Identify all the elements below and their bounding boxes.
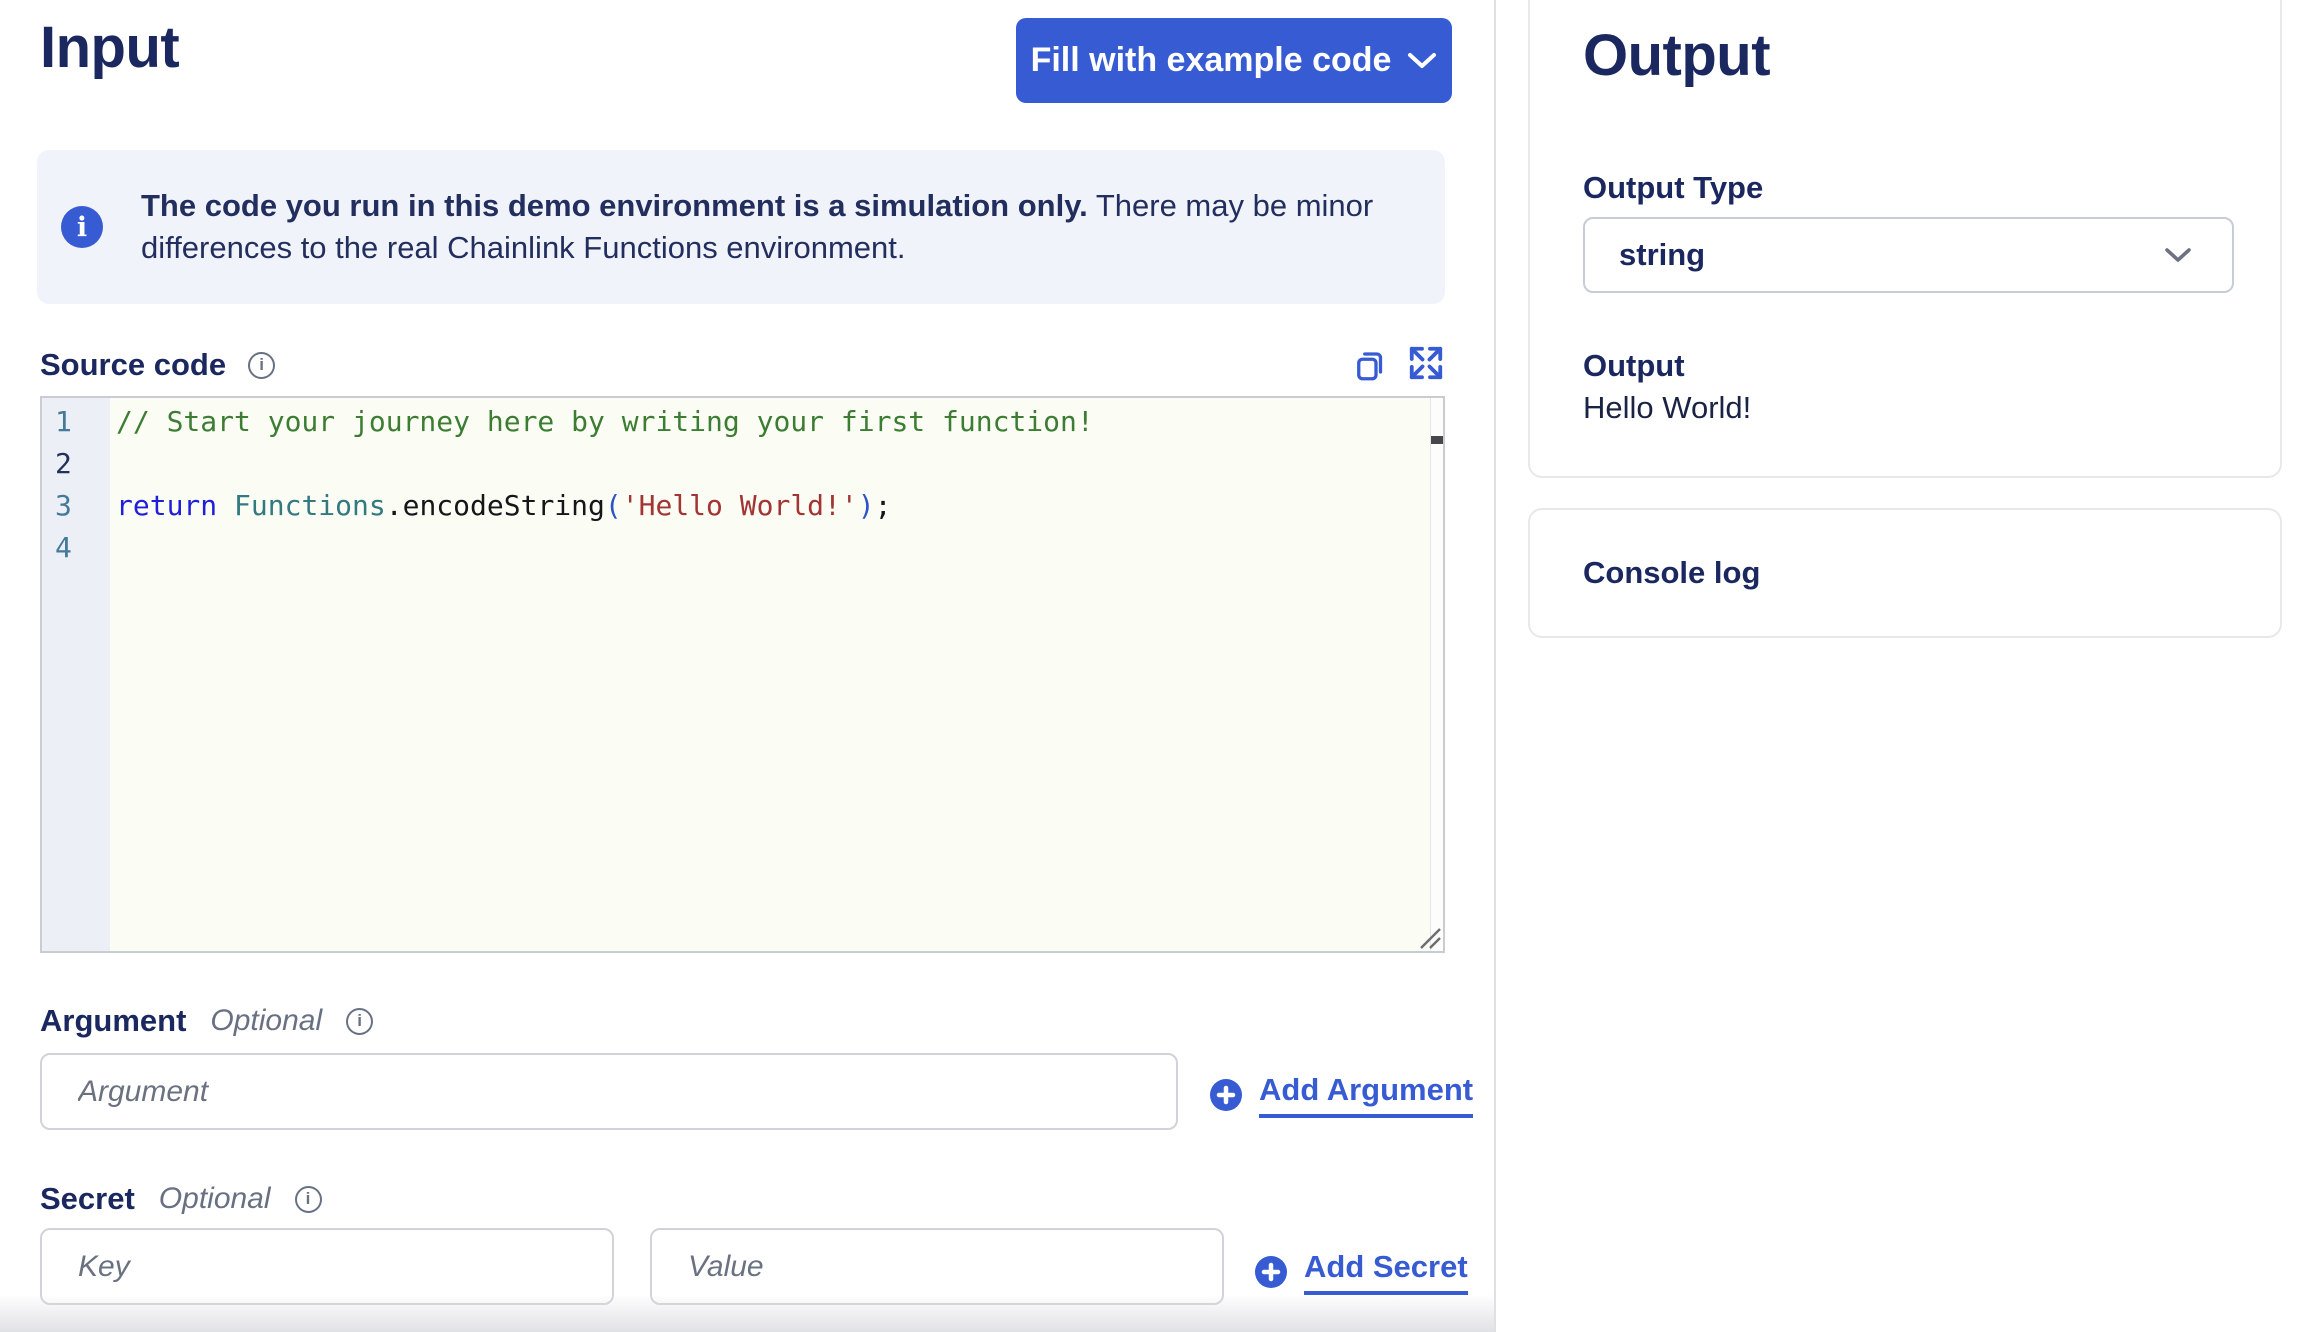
code-line: 4: [42, 527, 1429, 569]
page-title-output: Output: [1583, 23, 1771, 88]
resize-handle-icon: [1420, 928, 1441, 949]
code-token: .encodeString: [385, 489, 605, 522]
copy-icon: [1357, 352, 1383, 381]
output-type-label: Output Type: [1583, 170, 1764, 205]
code-line: 2: [42, 443, 1429, 485]
editor-scrollbar-thumb[interactable]: [1431, 436, 1443, 444]
code-token: return: [116, 489, 218, 522]
line-number: 2: [55, 447, 72, 480]
source-code-label: Source code: [40, 347, 227, 382]
code-token: ;: [874, 489, 892, 522]
secret-label: Secret: [40, 1181, 135, 1216]
expand-code-button[interactable]: [1407, 344, 1445, 382]
add-argument-button[interactable]: Add Argument: [1210, 1072, 1474, 1118]
output-card: Output Output Type string Output Hello W…: [1528, 0, 2282, 478]
line-number: 1: [55, 405, 72, 438]
plus-icon: [1255, 1256, 1287, 1288]
code-text: // Start your journey here by writing yo…: [110, 401, 1094, 443]
fill-with-example-code-button[interactable]: Fill with example code: [1016, 18, 1452, 103]
line-number: 3: [55, 489, 72, 522]
secret-header: Secret Optional i: [40, 1181, 322, 1217]
fill-button-label: Fill with example code: [1030, 41, 1392, 79]
banner-text-bold: The code you run in this demo environmen…: [141, 188, 1088, 223]
page-title-input: Input: [40, 15, 180, 80]
resize-handle[interactable]: [1416, 924, 1442, 950]
chevron-down-icon: [2165, 247, 2191, 262]
output-type-value: string: [1619, 237, 1706, 272]
code-token: ): [857, 489, 875, 522]
code-text: return Functions.encodeString('Hello Wor…: [110, 485, 891, 527]
console-log-label: Console log: [1583, 555, 1761, 590]
code-token: Functions: [234, 489, 386, 522]
output-type-select[interactable]: string: [1583, 217, 2234, 293]
code-token: (: [604, 489, 622, 522]
info-icon[interactable]: i: [346, 1007, 374, 1035]
chevron-down-icon: [1408, 52, 1437, 68]
code-token: // Start your journey here by writing yo…: [116, 405, 1094, 438]
output-result-label: Output: [1583, 348, 1685, 383]
add-argument-label: Add Argument: [1259, 1072, 1474, 1118]
editor-scrollbar[interactable]: [1430, 398, 1443, 951]
source-code-editor[interactable]: 1 // Start your journey here by writing …: [40, 396, 1445, 953]
argument-label: Argument: [40, 1003, 187, 1038]
copy-code-button[interactable]: [1352, 347, 1388, 385]
scroll-fade: [0, 1294, 1494, 1332]
code-lines: 1 // Start your journey here by writing …: [42, 401, 1429, 569]
code-line: 1 // Start your journey here by writing …: [42, 401, 1429, 443]
banner-text: The code you run in this demo environmen…: [141, 185, 1431, 269]
line-number: 4: [55, 531, 72, 564]
add-secret-button[interactable]: Add Secret: [1255, 1249, 1468, 1295]
argument-header: Argument Optional i: [40, 1003, 374, 1039]
output-result-value: Hello World!: [1583, 390, 1752, 425]
plus-icon: [1210, 1079, 1242, 1111]
vertical-divider: [1494, 0, 1496, 1332]
source-code-header: Source code i: [40, 347, 276, 383]
info-icon[interactable]: i: [294, 1185, 322, 1213]
secret-optional-label: Optional: [158, 1182, 271, 1215]
info-icon[interactable]: i: [248, 351, 276, 379]
code-token: 'Hello World!': [621, 489, 858, 522]
simulation-info-banner: i The code you run in this demo environm…: [37, 150, 1445, 304]
code-line: 3 return Functions.encodeString('Hello W…: [42, 485, 1429, 527]
argument-optional-label: Optional: [210, 1004, 323, 1037]
expand-icon: [1409, 346, 1443, 380]
add-secret-label: Add Secret: [1304, 1249, 1468, 1295]
console-log-card: Console log: [1528, 508, 2282, 638]
argument-input[interactable]: [40, 1053, 1178, 1130]
info-icon: i: [61, 206, 103, 248]
